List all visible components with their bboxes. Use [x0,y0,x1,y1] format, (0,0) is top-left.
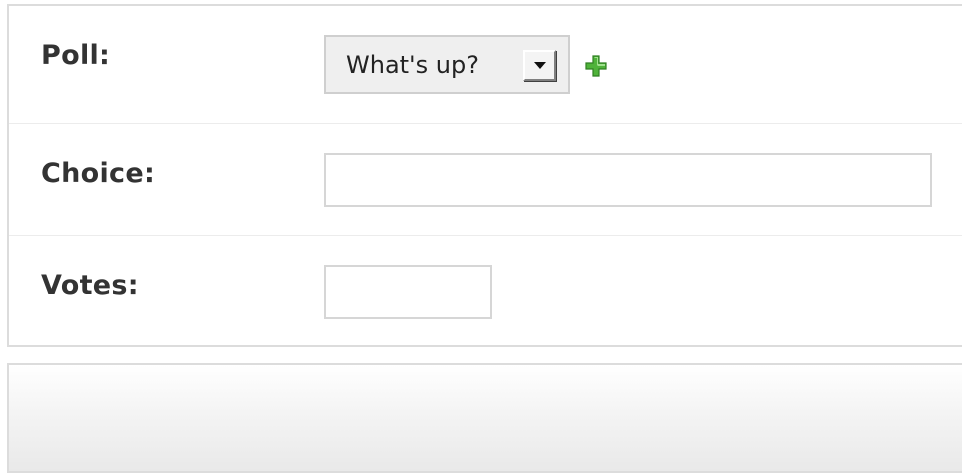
poll-select[interactable]: What's up? [324,35,570,94]
plus-icon[interactable] [585,55,607,77]
votes-input[interactable] [324,265,492,319]
choice-label: Choice: [41,158,156,189]
poll-select-value: What's up? [346,51,479,79]
dropdown-arrow-icon[interactable] [523,50,556,81]
form-row-votes: Votes: [9,236,962,347]
votes-label: Votes: [41,270,139,301]
submit-row [7,363,962,473]
form-row-poll: Poll: What's up? [9,6,962,124]
poll-label: Poll: [41,40,111,71]
inline-form-fieldset: Poll: What's up? Choice: Votes: [7,4,962,347]
choice-input[interactable] [324,153,932,207]
form-row-choice: Choice: [9,124,962,236]
